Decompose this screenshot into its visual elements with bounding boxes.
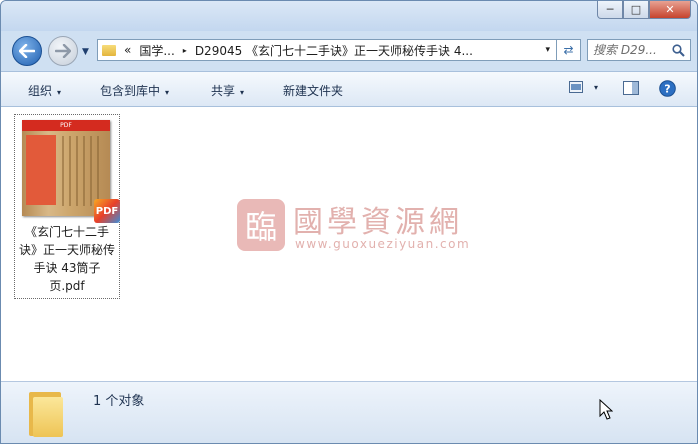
search-icon[interactable] bbox=[672, 43, 685, 57]
navigation-bar: ▼ « 国学... ▸ D29045 《玄门七十二手诀》正一天师秘传手诀 4..… bbox=[1, 31, 697, 71]
file-name[interactable]: 《玄门七十二手诀》正一天师秘传手诀 43筒子页.pdf bbox=[16, 223, 118, 295]
breadcrumb-separator-icon[interactable]: ▸ bbox=[183, 46, 187, 55]
address-dropdown-icon[interactable]: ▾ bbox=[545, 45, 550, 55]
view-icon bbox=[569, 81, 583, 93]
change-view-button[interactable] bbox=[569, 81, 583, 96]
back-button[interactable] bbox=[12, 36, 42, 66]
folder-icon bbox=[102, 44, 116, 56]
new-folder-button[interactable]: 新建文件夹 bbox=[283, 82, 343, 99]
breadcrumb-current-folder[interactable]: D29045 《玄门七十二手诀》正一天师秘传手诀 4... bbox=[195, 42, 473, 59]
file-item-pdf[interactable]: PDF PDF 《玄门七十二手诀》正一天师秘传手诀 43筒子页.pdf bbox=[14, 114, 120, 299]
include-dropdown-icon: ▾ bbox=[165, 88, 170, 97]
pdf-icon: PDF bbox=[94, 199, 120, 223]
organize-dropdown-icon: ▾ bbox=[57, 88, 62, 97]
refresh-button[interactable]: ⇄ bbox=[557, 39, 581, 61]
view-dropdown-icon[interactable]: ▾ bbox=[594, 83, 598, 92]
svg-text:?: ? bbox=[664, 83, 670, 96]
share-dropdown-icon: ▾ bbox=[240, 88, 245, 97]
preview-pane-icon bbox=[623, 81, 639, 95]
help-icon: ? bbox=[659, 80, 676, 97]
folder-large-icon bbox=[29, 388, 63, 437]
close-button[interactable]: ✕ bbox=[649, 1, 691, 19]
organize-label: 组织 bbox=[28, 84, 53, 98]
watermark-title: 國學資源網 bbox=[293, 205, 463, 240]
recent-pages-dropdown[interactable]: ▼ bbox=[82, 47, 89, 57]
include-in-library-menu[interactable]: 包含到库中 ▾ bbox=[100, 82, 169, 99]
watermark: 臨 國學資源網 www.guoxueziyuan.com bbox=[237, 199, 497, 255]
forward-button[interactable] bbox=[48, 36, 78, 66]
address-bar[interactable]: « 国学... ▸ D29045 《玄门七十二手诀》正一天师秘传手诀 4... … bbox=[97, 39, 557, 61]
maximize-button[interactable]: □ bbox=[623, 1, 649, 19]
thumbnail-red-page bbox=[26, 135, 56, 205]
preview-pane-button[interactable] bbox=[623, 81, 639, 98]
help-button[interactable]: ? bbox=[659, 80, 676, 100]
watermark-url: www.guoxueziyuan.com bbox=[295, 237, 471, 251]
command-bar: 组织 ▾ 包含到库中 ▾ 共享 ▾ 新建文件夹 ▾ ? bbox=[1, 71, 697, 107]
search-input[interactable] bbox=[593, 43, 667, 57]
mouse-pointer-icon bbox=[599, 399, 613, 420]
explorer-window: ─ □ ✕ ▼ « 国学... ▸ D29045 《玄门七十二手诀》正一天师秘传… bbox=[0, 0, 698, 444]
forward-arrow-icon bbox=[55, 44, 71, 58]
share-menu[interactable]: 共享 ▾ bbox=[211, 82, 244, 99]
include-in-library-label: 包含到库中 bbox=[100, 84, 161, 98]
watermark-seal-icon: 臨 bbox=[237, 199, 285, 251]
refresh-icon: ⇄ bbox=[563, 43, 574, 57]
thumbnail-text-columns bbox=[62, 136, 104, 206]
details-pane: 1 个对象 bbox=[1, 381, 697, 443]
organize-menu[interactable]: 组织 ▾ bbox=[28, 82, 61, 99]
share-label: 共享 bbox=[211, 84, 236, 98]
title-bar[interactable]: ─ □ ✕ bbox=[1, 1, 697, 31]
minimize-button[interactable]: ─ bbox=[597, 1, 623, 19]
breadcrumb-guoxue[interactable]: 国学... bbox=[139, 42, 174, 59]
thumbnail-band: PDF bbox=[22, 120, 110, 131]
item-count: 1 个对象 bbox=[93, 394, 145, 409]
file-list[interactable]: PDF PDF 《玄门七十二手诀》正一天师秘传手诀 43筒子页.pdf 臨 國學… bbox=[1, 107, 697, 381]
window-controls: ─ □ ✕ bbox=[597, 1, 691, 19]
back-arrow-icon bbox=[19, 44, 35, 58]
search-box[interactable] bbox=[587, 39, 691, 61]
breadcrumb-collapsed[interactable]: « bbox=[124, 43, 131, 57]
